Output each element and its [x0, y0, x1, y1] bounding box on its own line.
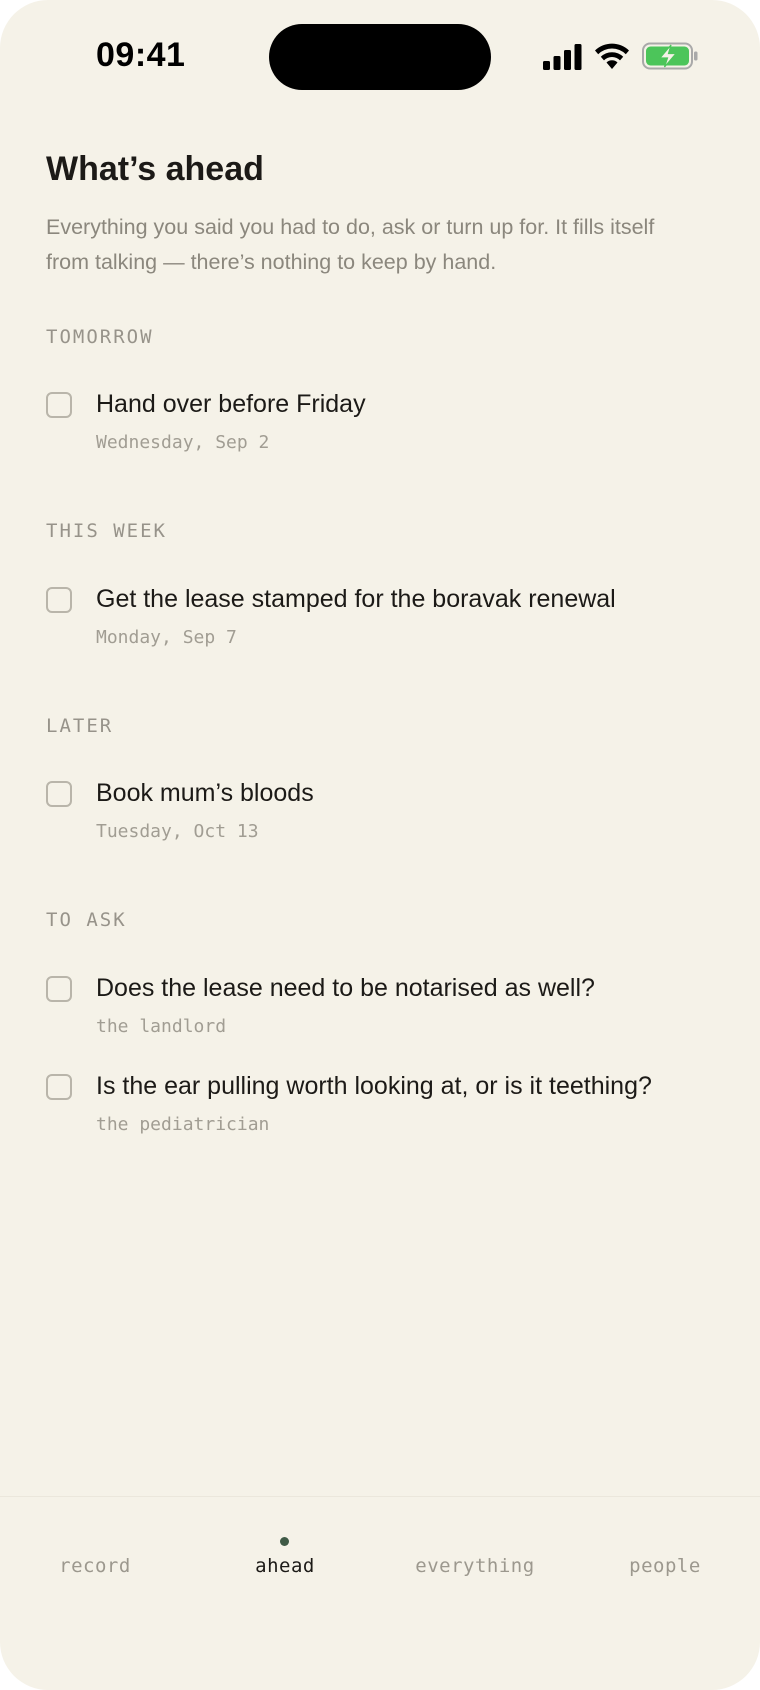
nav-tab-ahead[interactable]: ahead: [190, 1555, 380, 1577]
item-title: Hand over before Friday: [96, 390, 366, 418]
item-due-date: Monday, Sep 7: [96, 627, 237, 648]
dynamic-island: [269, 24, 491, 90]
app-screen: 09:41 What’s ahead Everything you said y…: [0, 0, 760, 1690]
section-label-to-ask: TO ASK: [46, 909, 127, 931]
battery-charging-icon: [642, 42, 698, 70]
item-checkbox[interactable]: [46, 587, 72, 613]
item-person: the landlord: [96, 1016, 227, 1037]
item-title: Is the ear pulling worth looking at, or …: [96, 1072, 652, 1100]
section-label-tomorrow: TOMORROW: [46, 326, 154, 348]
item-due-date: Tuesday, Oct 13: [96, 821, 259, 842]
section-label-later: LATER: [46, 715, 114, 737]
item-person: the pediatrician: [96, 1114, 270, 1135]
item-title: Book mum’s bloods: [96, 779, 314, 807]
status-time: 09:41: [96, 36, 186, 74]
item-due-date: Wednesday, Sep 2: [96, 432, 270, 453]
active-tab-indicator: [280, 1537, 289, 1546]
item-title: Does the lease need to be notarised as w…: [96, 974, 595, 1002]
section-label-this-week: THIS WEEK: [46, 520, 167, 542]
item-checkbox[interactable]: [46, 781, 72, 807]
item-checkbox[interactable]: [46, 392, 72, 418]
nav-tab-record[interactable]: record: [0, 1555, 190, 1577]
wifi-icon: [595, 43, 629, 69]
item-checkbox[interactable]: [46, 1074, 72, 1100]
signal-icon: [543, 44, 582, 70]
page-subtitle: Everything you said you had to do, ask o…: [46, 215, 655, 274]
bottom-nav: record ahead everything people: [0, 1496, 760, 1690]
nav-tab-everything[interactable]: everything: [380, 1555, 570, 1577]
page-title: What’s ahead: [46, 150, 264, 188]
status-bar: 09:41: [0, 0, 760, 110]
item-title: Get the lease stamped for the boravak re…: [96, 585, 616, 613]
item-checkbox[interactable]: [46, 976, 72, 1002]
nav-tab-people[interactable]: people: [570, 1555, 760, 1577]
